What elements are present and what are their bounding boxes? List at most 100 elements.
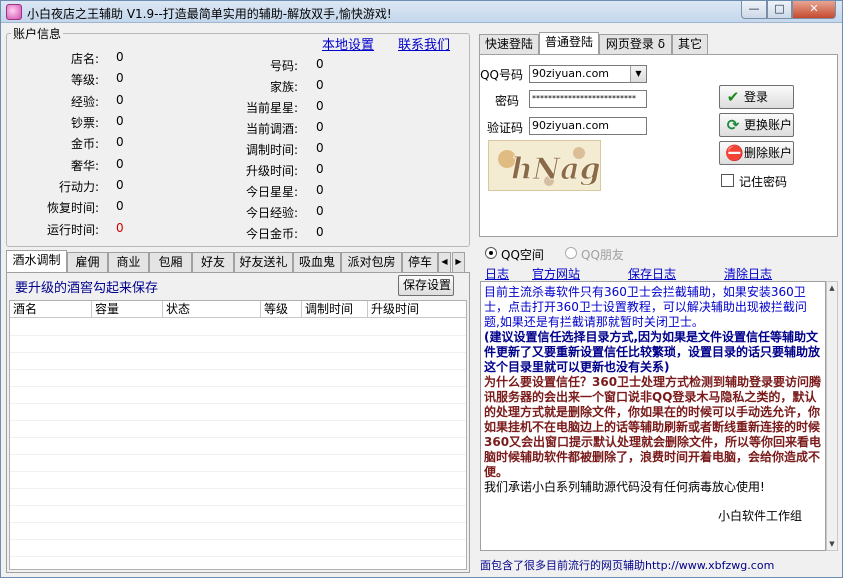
chevron-down-icon[interactable]: ▼ xyxy=(630,66,646,82)
account-field-value: 0 xyxy=(316,162,324,176)
login-tabs: 快速登陆 普通登陆 网页登录 δ 其它 xyxy=(479,32,709,54)
row-divider xyxy=(10,403,466,404)
row-divider xyxy=(10,437,466,438)
title-bar[interactable]: 小白夜店之王辅助 V1.9--打造最简单实用的辅助-解放双手,愉快游戏! xyxy=(1,1,842,23)
function-tab[interactable]: 商业 xyxy=(108,252,149,272)
function-tab[interactable]: 停车 xyxy=(402,252,438,272)
pengyou-radio[interactable] xyxy=(565,247,577,259)
app-icon xyxy=(6,4,22,20)
function-tab[interactable]: 好友送礼 xyxy=(234,252,293,272)
login-tab[interactable]: 其它 xyxy=(672,34,708,54)
remember-password-label[interactable]: 记住密码 xyxy=(739,173,787,190)
account-field-label: 今日星星: xyxy=(245,185,298,199)
column-header[interactable]: 等级 xyxy=(261,301,302,318)
window-title: 小白夜店之王辅助 V1.9--打造最简单实用的辅助-解放双手,愉快游戏! xyxy=(27,7,392,21)
account-field-label: 号码: xyxy=(269,59,298,73)
row-divider xyxy=(10,420,466,421)
account-field-label: 升级时间: xyxy=(245,164,298,178)
row-divider xyxy=(10,539,466,540)
account-field-label: 今日金币: xyxy=(245,227,298,241)
login-tab[interactable]: 网页登录 δ xyxy=(599,34,672,54)
password-field[interactable]: ************************** xyxy=(529,90,647,108)
account-field-label: 经验: xyxy=(70,95,99,109)
maximize-button[interactable]: □ xyxy=(767,1,792,19)
row-divider xyxy=(10,386,466,387)
login-tab[interactable]: 快速登陆 xyxy=(479,34,539,54)
account-field-label: 金币: xyxy=(70,137,99,151)
login-tab[interactable]: 普通登陆 xyxy=(539,32,599,54)
row-divider xyxy=(10,352,466,353)
column-header[interactable]: 升级时间 xyxy=(368,301,466,318)
minimize-button[interactable]: — xyxy=(741,1,767,19)
save-settings-button[interactable]: 保存设置 xyxy=(398,275,454,296)
tab-scroll-right[interactable]: ▶ xyxy=(452,252,465,272)
delete-account-button[interactable]: ⛔ 删除账户 xyxy=(719,141,794,165)
account-field-value: 0 xyxy=(316,57,324,71)
clear-log-link[interactable]: 清除日志 xyxy=(724,265,772,282)
account-field-label: 钞票: xyxy=(70,116,99,130)
captcha-label: 验证码 xyxy=(486,121,523,135)
log-link[interactable]: 日志 xyxy=(485,265,509,282)
account-field-label: 家族: xyxy=(269,80,298,94)
captcha-svg: hNag xyxy=(498,147,600,188)
official-site-link[interactable]: 官方网站 xyxy=(532,265,580,282)
column-header[interactable]: 状态 xyxy=(163,301,261,318)
app-window: 小白夜店之王辅助 V1.9--打造最简单实用的辅助-解放双手,愉快游戏! — □… xyxy=(0,0,843,578)
pengyou-radio-label[interactable]: QQ朋友 xyxy=(581,246,624,263)
scroll-up-icon[interactable]: ▲ xyxy=(827,282,837,294)
tab-scroll-left[interactable]: ◀ xyxy=(438,252,451,272)
account-field-value: 0 xyxy=(116,221,124,235)
log-signature: 小白软件工作组 xyxy=(717,509,802,523)
function-tab[interactable]: 雇佣 xyxy=(67,252,108,272)
qq-number-label: QQ号码 xyxy=(480,68,523,82)
qq-number-combo[interactable]: 90ziyuan.com ▼ xyxy=(529,65,647,83)
function-tab[interactable]: 好友 xyxy=(192,252,234,272)
close-button[interactable]: ✕ xyxy=(792,1,836,19)
contact-us-link[interactable]: 联系我们 xyxy=(398,34,450,53)
log-text-area[interactable]: 目前主流杀毒软件只有360卫士会拦截辅助，如果安装360卫士，点击打开360卫士… xyxy=(480,281,826,551)
local-settings-link[interactable]: 本地设置 xyxy=(322,34,374,53)
switch-account-label: 更换账户 xyxy=(744,118,793,132)
column-header[interactable]: 调制时间 xyxy=(302,301,368,318)
row-divider xyxy=(10,335,466,336)
check-icon: ✔ xyxy=(726,88,740,106)
login-button[interactable]: ✔ 登录 xyxy=(719,85,794,109)
drink-hint: 要升级的酒窖勾起来保存 xyxy=(15,281,159,296)
account-field-label: 今日经验: xyxy=(245,206,298,220)
log-antivirus-note: 目前主流杀毒软件只有360卫士会拦截辅助，如果安装360卫士，点击打开360卫士… xyxy=(484,285,807,329)
function-tab[interactable]: 派对包房 xyxy=(341,252,402,272)
account-field-label: 当前星星: xyxy=(245,101,298,115)
captcha-field[interactable]: 90ziyuan.com xyxy=(529,117,647,135)
scroll-down-icon[interactable]: ▼ xyxy=(827,538,837,550)
column-header[interactable]: 容量 xyxy=(92,301,163,318)
account-field-label: 行动力: xyxy=(58,180,99,194)
log-promise: 我们承诺小白系列辅助源代码没有任何病毒放心使用! xyxy=(484,480,765,494)
account-field-value: 0 xyxy=(316,120,324,134)
row-divider xyxy=(10,454,466,455)
function-tabs: 酒水调制 雇佣 商业 包厢 好友 好友送礼 吸血鬼 派对包房 停车 xyxy=(6,250,470,272)
refresh-icon: ⟳ xyxy=(726,116,740,134)
function-tab[interactable]: 包厢 xyxy=(149,252,192,272)
drink-list[interactable]: 酒名 容量 状态 等级 调制时间 升级时间 xyxy=(9,300,467,570)
account-field-label: 当前调酒: xyxy=(245,122,298,136)
column-header[interactable]: 酒名 xyxy=(10,301,92,318)
function-tab[interactable]: 吸血鬼 xyxy=(293,252,341,272)
row-divider xyxy=(10,522,466,523)
account-field-value: 0 xyxy=(316,141,324,155)
account-field-label: 运行时间: xyxy=(46,223,99,237)
log-why-trust: 为什么要设置信任？360卫士处理方式检测到辅助登录要访问腾讯服务器的会出来一个窗… xyxy=(484,375,822,479)
delete-account-label: 删除账户 xyxy=(744,146,793,160)
qzone-radio-label[interactable]: QQ空间 xyxy=(501,246,544,263)
qzone-radio[interactable] xyxy=(485,247,497,259)
captcha-image[interactable]: hNag xyxy=(488,140,601,191)
remember-password-checkbox[interactable] xyxy=(721,174,734,187)
no-entry-icon: ⛔ xyxy=(725,144,744,162)
account-field-label: 恢复时间: xyxy=(46,201,99,215)
log-scrollbar[interactable]: ▲ ▼ xyxy=(826,281,838,551)
switch-account-button[interactable]: ⟳ 更换账户 xyxy=(719,113,794,137)
account-field-label: 等级: xyxy=(70,73,99,87)
function-tab[interactable]: 酒水调制 xyxy=(6,250,67,272)
status-line: 面包含了很多目前流行的网页辅助http://www.xbfzwg.com xyxy=(480,559,775,572)
save-log-link[interactable]: 保存日志 xyxy=(628,265,676,282)
account-field-value: 0 xyxy=(116,135,124,149)
